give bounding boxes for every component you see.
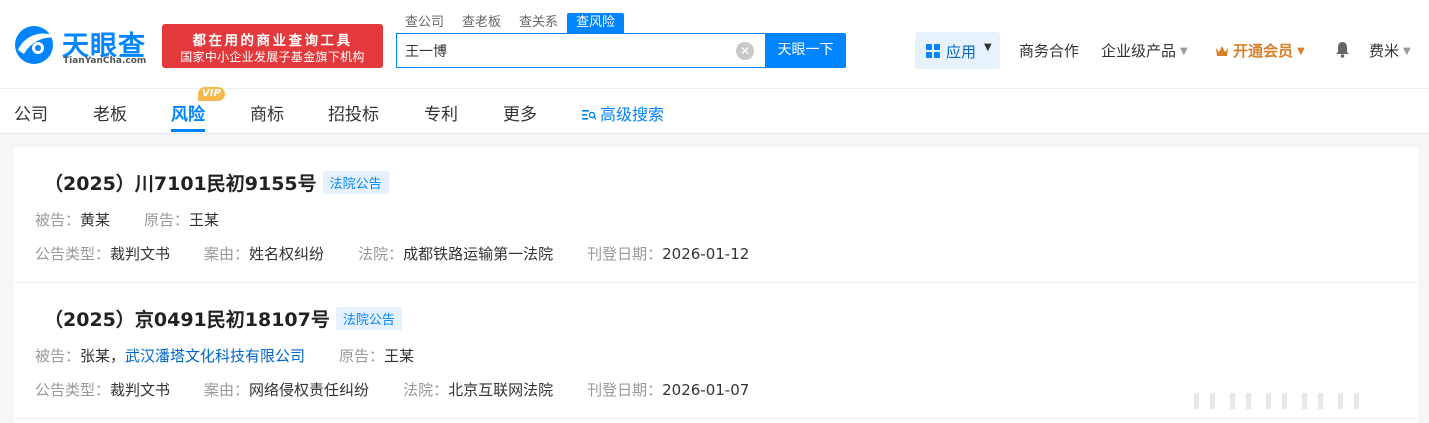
plaintiff-label: 原告： <box>144 211 190 229</box>
defendant-company-link[interactable]: 武汉潘塔文化科技有限公司 <box>125 347 305 365</box>
search-tab-boss[interactable]: 查老板 <box>453 13 510 33</box>
advanced-search-label: 高级搜索 <box>600 105 665 124</box>
slogan-line-2: 国家中小企业发展子基金旗下机构 <box>180 50 365 64</box>
vip-badge: VIP <box>198 87 225 101</box>
defendant-label: 被告： <box>35 347 81 365</box>
plaintiff-value: 王某 <box>189 211 220 229</box>
apps-label: 应用 <box>946 43 977 61</box>
notice-type-value: 裁判文书 <box>110 245 171 263</box>
business-cooperation-link[interactable]: 商务合作 <box>1019 40 1079 61</box>
nav-tab-risk[interactable]: 风险 <box>171 100 205 125</box>
case-type-tag: 法院公告 <box>322 171 389 194</box>
nav-tab-company[interactable]: 公司 <box>14 100 48 125</box>
advanced-search-link[interactable]: 高级搜索 <box>582 101 664 125</box>
notice-type-label: 公告类型： <box>35 381 111 399</box>
chevron-down-icon: ▼ <box>1403 46 1411 57</box>
nav-tab-patent[interactable]: 专利 <box>424 100 458 125</box>
business-cooperation-label: 商务合作 <box>1019 42 1080 60</box>
chevron-down-icon: ▼ <box>984 42 992 53</box>
court-label: 法院： <box>358 245 404 263</box>
plaintiff-label: 原告： <box>339 347 385 365</box>
search-tab-relation[interactable]: 查关系 <box>510 13 567 33</box>
publish-date-value: 2026-01-12 <box>662 245 750 263</box>
plaintiff-value: 王某 <box>384 347 415 365</box>
nav-tab-more[interactable]: 更多 <box>503 100 537 125</box>
enterprise-products-menu[interactable]: 企业级产品 ▼ <box>1101 40 1188 61</box>
cause-label: 案由： <box>204 245 250 263</box>
publish-date-label: 刊登日期： <box>587 381 663 399</box>
apps-button[interactable]: 应用 ▼ <box>915 32 1000 69</box>
top-header: 天眼查 TianYanCha.com 都在用的商业查询工具 国家中小企业发展子基… <box>0 0 1429 88</box>
user-name: 费米 <box>1369 42 1400 60</box>
notice-type-label: 公告类型： <box>35 245 111 263</box>
cause-label: 案由： <box>204 381 250 399</box>
cause-value: 网络侵权责任纠纷 <box>249 381 370 399</box>
open-vip-menu[interactable]: 开通会员 ▼ <box>1215 40 1305 61</box>
case-number-link[interactable]: （2025）川7101民初9155号 法院公告 <box>44 169 389 196</box>
parties-row: 被告：黄某 原告：王某 <box>35 209 219 230</box>
nav-tab-boss[interactable]: 老板 <box>93 100 127 125</box>
tianyancha-logo[interactable]: 天眼查 TianYanCha.com <box>12 24 154 68</box>
nav-tab-bidding[interactable]: 招投标 <box>328 100 379 125</box>
slogan-line-1: 都在用的商业查询工具 <box>192 33 353 49</box>
user-menu[interactable]: 费米 ▼ <box>1369 40 1411 61</box>
details-row: 公告类型：裁判文书 案由：姓名权纠纷 法院：成都铁路运输第一法院 刊登日期：2026-… <box>35 243 749 264</box>
search-button[interactable]: 天眼一下 <box>765 33 846 68</box>
filter-search-icon <box>582 110 596 120</box>
parties-row: 被告：张某，武汉潘塔文化科技有限公司 原告：王某 <box>35 345 414 366</box>
case-number: （2025）川7101民初9155号 <box>44 173 317 195</box>
slogan-banner: 都在用的商业查询工具 国家中小企业发展子基金旗下机构 <box>162 24 383 68</box>
search-tab-company[interactable]: 查公司 <box>396 13 453 33</box>
case-number: （2025）京0491民初18107号 <box>44 309 330 331</box>
court-label: 法院： <box>403 381 449 399</box>
grid-icon <box>926 44 940 58</box>
risk-results-list: （2025）川7101民初9155号 法院公告 被告：黄某 原告：王某 公告类型：裁… <box>14 147 1418 423</box>
search-box: ✕ <box>396 33 766 68</box>
court-value: 北京互联网法院 <box>448 381 554 399</box>
search-input[interactable] <box>405 40 725 62</box>
chevron-down-icon: ▼ <box>1297 46 1305 57</box>
enterprise-products-label: 企业级产品 <box>1101 42 1177 60</box>
case-type-tag: 法院公告 <box>335 307 402 330</box>
court-value: 成都铁路运输第一法院 <box>403 245 554 263</box>
defendant-label: 被告： <box>35 211 81 229</box>
search-type-tabs: 查公司 查老板 查关系 查风险 <box>396 13 625 33</box>
crown-icon <box>1216 46 1228 56</box>
cause-value: 姓名权纠纷 <box>249 245 325 263</box>
category-nav: 公司 老板 风险 VIP 商标 招投标 专利 更多 高级搜索 <box>0 87 1429 134</box>
open-vip-label: 开通会员 <box>1233 42 1294 60</box>
logo-domain: TianYanCha.com <box>63 56 147 66</box>
nav-tab-trademark[interactable]: 商标 <box>250 100 284 125</box>
list-item: （2025）川7101民初9155号 法院公告 被告：黄某 原告：王某 公告类型：裁… <box>14 147 1418 283</box>
chevron-down-icon: ▼ <box>1180 46 1188 57</box>
clear-icon[interactable]: ✕ <box>736 42 754 60</box>
defendant-value: 张某， <box>80 347 126 365</box>
notice-type-value: 裁判文书 <box>110 381 171 399</box>
details-row: 公告类型：裁判文书 案由：网络侵权责任纠纷 法院：北京互联网法院 刊登日期：2026-… <box>35 379 749 400</box>
defendant-value: 黄某 <box>80 211 111 229</box>
watermark-bars-icon <box>1194 393 1359 409</box>
search-tab-risk[interactable]: 查风险 <box>567 13 625 33</box>
publish-date-label: 刊登日期： <box>587 245 663 263</box>
logo-eye-icon <box>15 26 56 64</box>
case-number-link[interactable]: （2025）京0491民初18107号 法院公告 <box>44 305 402 332</box>
bell-icon[interactable] <box>1334 41 1351 58</box>
publish-date-value: 2026-01-07 <box>662 381 750 399</box>
active-tab-indicator <box>171 129 205 132</box>
